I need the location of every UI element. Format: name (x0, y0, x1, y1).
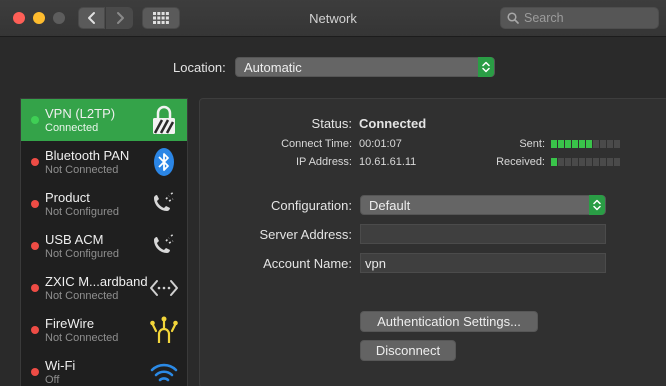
wifi-icon (149, 356, 179, 386)
status-dot (31, 242, 39, 250)
updown-arrows-icon (589, 195, 605, 215)
meter-segment (579, 158, 585, 166)
meter-segment (593, 140, 599, 148)
updown-arrows-icon (478, 57, 494, 77)
status-dot (31, 116, 39, 124)
service-product[interactable]: Product Not Configured (21, 183, 187, 225)
meter-segment (551, 140, 557, 148)
configuration-popup[interactable]: Default (360, 195, 606, 215)
ip-address-value: 10.61.61.11 (359, 156, 417, 168)
meter-segment (614, 140, 620, 148)
meter-segment (586, 158, 592, 166)
search-field[interactable] (500, 7, 659, 29)
service-status: Connected (45, 122, 99, 134)
service-list[interactable]: VPN (L2TP) Connected Bluetooth PAN Not C… (20, 98, 188, 386)
service-vpn-l2tp[interactable]: VPN (L2TP) Connected (21, 99, 187, 141)
status-dot (31, 368, 39, 376)
search-icon (507, 12, 519, 24)
network-arrows-icon (149, 272, 179, 304)
service-status: Not Connected (45, 290, 119, 302)
firewire-icon (149, 314, 179, 346)
meter-segment (593, 158, 599, 166)
service-status: Off (45, 374, 60, 386)
meter-segment (572, 140, 578, 148)
service-wifi[interactable]: Wi-Fi Off (21, 351, 187, 386)
meter-segment (607, 158, 613, 166)
service-status: Not Connected (45, 164, 119, 176)
service-usb-acm[interactable]: USB ACM Not Configured (21, 225, 187, 267)
status-value: Connected (359, 116, 427, 131)
meter-segment (600, 158, 606, 166)
connect-time-label: Connect Time: (281, 138, 352, 150)
received-label: Received: (496, 156, 545, 168)
bluetooth-icon (149, 146, 179, 178)
configuration-value: Default (369, 197, 411, 213)
service-status: Not Connected (45, 332, 119, 344)
meter-segment (551, 158, 557, 166)
service-name: ZXIC M...ardband (45, 274, 148, 289)
meter-segment (558, 158, 564, 166)
service-bluetooth-pan[interactable]: Bluetooth PAN Not Connected (21, 141, 187, 183)
service-status: Not Configured (45, 248, 119, 260)
meter-segment (586, 140, 592, 148)
meter-segment (600, 140, 606, 148)
meter-segment (572, 158, 578, 166)
phone-icon (149, 188, 179, 220)
meter-segment (565, 140, 571, 148)
authentication-settings-button[interactable]: Authentication Settings... (360, 311, 538, 332)
title-bar: Network (0, 0, 666, 37)
service-zxic-mobile-broadband[interactable]: ZXIC M...ardband Not Connected (21, 267, 187, 309)
status-label: Status: (311, 116, 352, 131)
disconnect-button[interactable]: Disconnect (360, 340, 456, 361)
sent-label: Sent: (519, 138, 545, 150)
account-name-value: vpn (365, 255, 386, 271)
meter-segment (558, 140, 564, 148)
account-name-field[interactable]: vpn (360, 253, 606, 273)
service-status: Not Configured (45, 206, 119, 218)
service-name: Bluetooth PAN (45, 148, 130, 163)
status-dot (31, 326, 39, 334)
meter-segment (614, 158, 620, 166)
phone-icon (149, 230, 179, 262)
account-name-label: Account Name: (263, 256, 352, 271)
location-popup[interactable]: Automatic (235, 57, 495, 77)
meter-segment (607, 140, 613, 148)
status-dot (31, 158, 39, 166)
server-address-label: Server Address: (259, 227, 353, 242)
service-name: VPN (L2TP) (45, 106, 116, 121)
status-dot (31, 284, 39, 292)
configuration-label: Configuration: (271, 198, 352, 213)
lock-icon (149, 104, 179, 136)
received-meter (551, 158, 621, 166)
ip-address-label: IP Address: (295, 156, 352, 168)
connect-time-value: 00:01:07 (359, 138, 402, 150)
service-name: FireWire (45, 316, 95, 331)
service-name: Product (45, 190, 90, 205)
status-dot (31, 200, 39, 208)
location-value: Automatic (244, 59, 302, 75)
location-label: Location: (173, 60, 226, 75)
meter-segment (579, 140, 585, 148)
server-address-field[interactable] (360, 224, 606, 244)
service-name: USB ACM (45, 232, 104, 247)
service-name: Wi-Fi (45, 358, 76, 373)
service-firewire[interactable]: FireWire Not Connected (21, 309, 187, 351)
sent-meter (551, 140, 621, 148)
meter-segment (565, 158, 571, 166)
search-input[interactable] (524, 11, 654, 25)
